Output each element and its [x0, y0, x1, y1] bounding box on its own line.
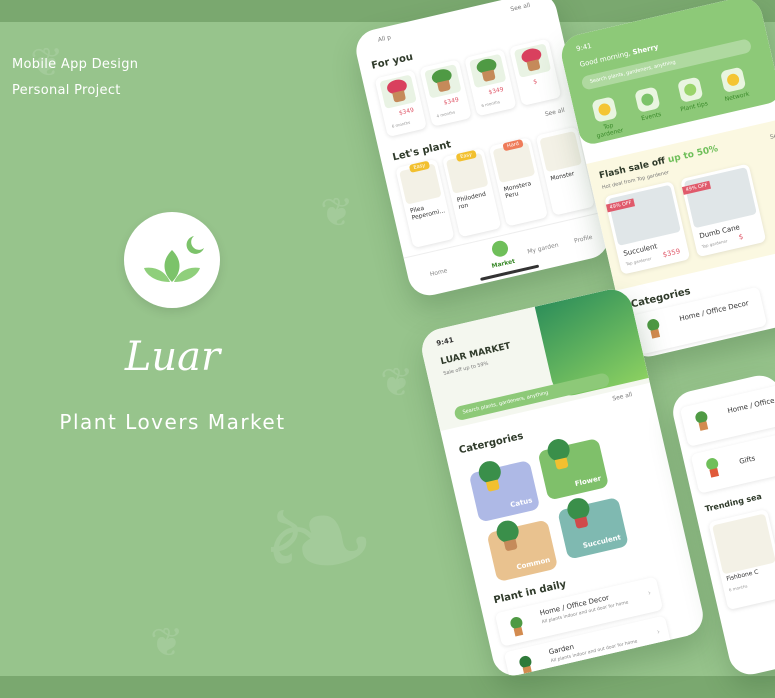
presentation-canvas: ❦ ❦ ❦ ❧ ❦ Mobile App Design Personal Pro… — [0, 0, 775, 698]
leaf-moon-icon — [144, 236, 204, 282]
see-link[interactable]: Se — [769, 132, 775, 141]
flash-card[interactable]: 49% OFF Succulent $359 Top gardener — [604, 181, 691, 275]
product-card[interactable]: $349 4 months — [419, 59, 472, 127]
product-card[interactable]: $ — [508, 38, 562, 107]
tile-flower[interactable]: Flower — [537, 436, 610, 501]
tile-succulent[interactable]: Succulent — [557, 495, 629, 560]
nav-home[interactable]: Home — [429, 267, 448, 278]
trending-card[interactable]: Fishbone C6 months — [708, 508, 775, 611]
leaf-decor-icon: ❧ — [260, 460, 378, 623]
product-card[interactable]: $349 6 months — [374, 69, 427, 138]
trending-title: Trending sea — [704, 491, 763, 514]
bottom-band — [0, 676, 775, 698]
flash-sale-section: Flash sale off up to 50% Se Hot deal fro… — [586, 117, 775, 291]
top-fragment: All p — [377, 33, 392, 44]
flash-card[interactable]: 49% OFF Dumb Cane $ Top gardener — [680, 163, 767, 258]
see-all-link[interactable]: See all — [544, 107, 565, 118]
brand-tagline: Plant Lovers Market — [59, 410, 286, 434]
home-indicator — [480, 264, 540, 281]
tile-common[interactable]: Common — [486, 518, 559, 583]
nav-garden[interactable]: My garden — [527, 242, 560, 256]
product-card[interactable]: $349 6 months — [464, 48, 517, 117]
categories-title: Catergories — [458, 430, 525, 457]
luar-logo — [124, 212, 220, 308]
meta-line-1: Mobile App Design — [12, 57, 139, 72]
see-all-link[interactable]: See all — [510, 2, 531, 13]
leaf-decor-icon: ❦ — [320, 190, 354, 236]
nav-profile[interactable]: Profile — [573, 234, 593, 245]
category-row[interactable]: Home / Office Decor — [679, 378, 775, 447]
brand-name: Luar — [124, 334, 221, 380]
market-icon[interactable] — [490, 239, 510, 259]
tile-catus[interactable]: Catus — [468, 458, 541, 523]
leaf-decor-icon: ❦ — [380, 360, 414, 406]
leaf-decor-icon: ❦ — [150, 620, 184, 666]
see-all-link[interactable]: See all — [612, 391, 633, 402]
chevron-right-icon: › — [646, 588, 653, 598]
for-you-title: For you — [370, 51, 415, 72]
chevron-right-icon: › — [655, 627, 662, 637]
nav-market[interactable]: Market — [491, 258, 516, 270]
meta-line-2: Personal Project — [12, 83, 121, 98]
